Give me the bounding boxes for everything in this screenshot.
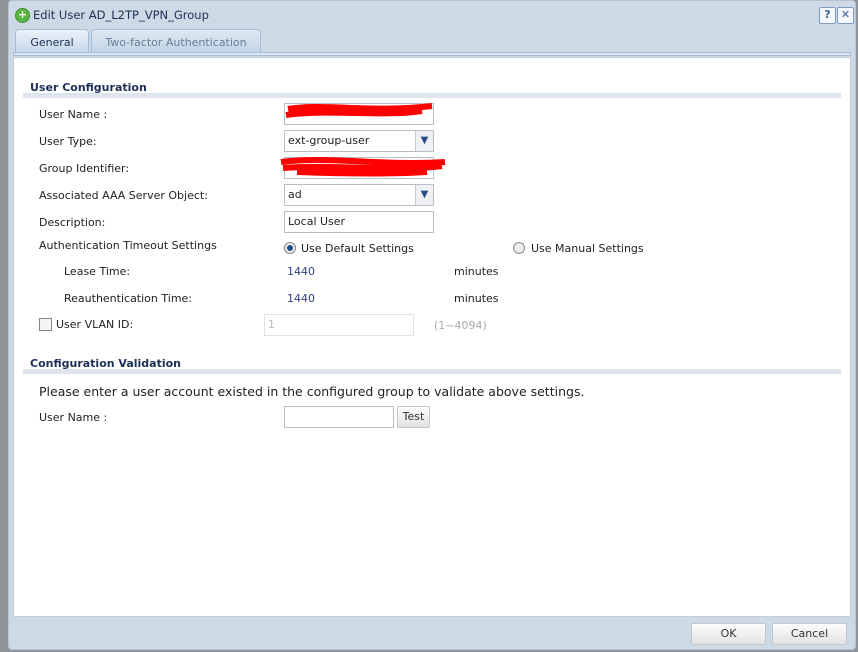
vlan-range-hint: (1~4094): [434, 319, 487, 332]
lease-time-label: Lease Time:: [64, 265, 131, 278]
group-identifier-input[interactable]: [280, 157, 446, 179]
add-icon: +: [15, 8, 30, 23]
lease-time-unit: minutes: [454, 265, 499, 278]
reauth-time-unit: minutes: [454, 292, 499, 305]
user-type-select[interactable]: ext-group-user ▼: [284, 130, 434, 152]
tab-general[interactable]: General: [15, 29, 89, 53]
chevron-down-icon: ▼: [415, 185, 433, 205]
user-type-label: User Type:: [39, 135, 97, 148]
aaa-server-select[interactable]: ad ▼: [284, 184, 434, 206]
reauth-time-value: 1440: [287, 292, 315, 305]
validation-instruction: Please enter a user account existed in t…: [39, 384, 585, 399]
cancel-button[interactable]: Cancel: [772, 623, 847, 645]
use-default-radio[interactable]: [284, 242, 296, 254]
lease-time-value: 1440: [287, 265, 315, 278]
user-name-label: User Name :: [39, 108, 108, 121]
general-panel: User Configuration User Name : User Type…: [13, 57, 851, 617]
description-input[interactable]: Local User: [284, 211, 434, 233]
aaa-server-label: Associated AAA Server Object:: [39, 189, 208, 202]
close-button[interactable]: ✕: [837, 7, 854, 24]
user-vlan-input[interactable]: 1: [264, 314, 414, 336]
user-type-value: ext-group-user: [288, 134, 370, 147]
user-vlan-checkbox[interactable]: [39, 318, 52, 331]
validation-user-name-label: User Name :: [39, 411, 108, 424]
use-default-label: Use Default Settings: [301, 242, 414, 255]
group-identifier-label: Group Identifier:: [39, 162, 130, 175]
reauth-time-label: Reauthentication Time:: [64, 292, 193, 305]
dialog-title: Edit User AD_L2TP_VPN_Group: [33, 8, 209, 22]
redaction-mark: [280, 157, 446, 177]
user-vlan-label: User VLAN ID:: [56, 318, 134, 331]
section-divider: [23, 93, 841, 98]
test-button[interactable]: Test: [397, 406, 430, 428]
section-divider: [23, 369, 841, 374]
tab-strip: [13, 52, 851, 56]
help-button[interactable]: ?: [819, 7, 836, 24]
redaction-mark: [285, 103, 433, 118]
description-label: Description:: [39, 216, 106, 229]
aaa-server-value: ad: [288, 188, 302, 201]
validation-user-name-input[interactable]: [284, 406, 394, 428]
chevron-down-icon: ▼: [415, 131, 433, 151]
ok-button[interactable]: OK: [691, 623, 766, 645]
tab-two-factor-authentication[interactable]: Two-factor Authentication: [91, 29, 261, 53]
use-manual-label: Use Manual Settings: [531, 242, 644, 255]
user-name-input[interactable]: [284, 103, 434, 125]
edit-user-dialog: + Edit User AD_L2TP_VPN_Group ? ✕ Genera…: [8, 0, 856, 650]
use-manual-radio[interactable]: [513, 242, 525, 254]
auth-timeout-label: Authentication Timeout Settings: [39, 239, 217, 252]
